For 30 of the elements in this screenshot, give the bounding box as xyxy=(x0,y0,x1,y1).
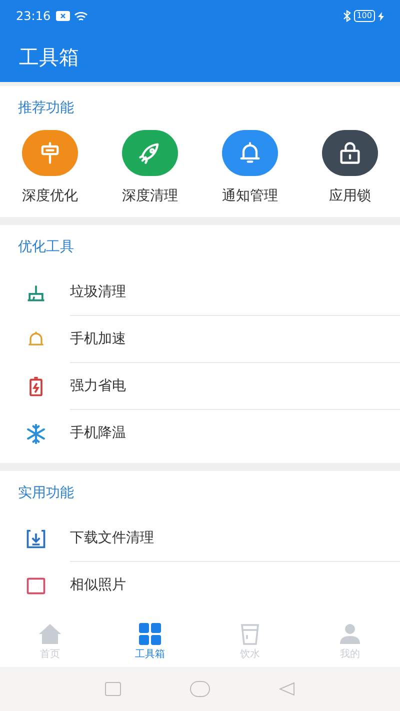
section-title: 优化工具 xyxy=(18,238,74,256)
snowflake-icon xyxy=(25,422,47,444)
user-icon xyxy=(339,622,361,644)
feature-button[interactable]: 深度清理 xyxy=(100,130,200,207)
home-icon xyxy=(38,622,62,644)
back-button[interactable] xyxy=(279,682,296,696)
home-button[interactable] xyxy=(190,681,210,697)
feature-button[interactable]: 通知管理 xyxy=(200,130,300,207)
tool-list-item[interactable]: 手机加速 xyxy=(0,316,400,363)
charging-icon xyxy=(378,12,384,20)
bluetooth-icon xyxy=(342,10,351,22)
tool-list-item[interactable]: 垃圾清理 xyxy=(0,269,400,316)
section-title: 推荐功能 xyxy=(18,98,74,118)
feature-button[interactable]: 应用锁 xyxy=(300,130,400,207)
tool-list-item[interactable]: 强力省电 xyxy=(0,363,400,410)
grid-icon xyxy=(139,622,161,644)
section-title: 实用功能 xyxy=(18,484,74,502)
feature-button[interactable]: 深度优化 xyxy=(0,130,100,207)
tool-list-item[interactable]: 相似照片 xyxy=(0,562,400,609)
message-icon xyxy=(56,11,70,21)
nav-tab[interactable]: 工具箱 xyxy=(100,617,200,667)
status-time: 23:16 xyxy=(16,8,51,25)
wifi-icon xyxy=(74,10,88,22)
page-title: 工具箱 xyxy=(19,44,79,71)
tool-list-item[interactable]: 手机降温 xyxy=(0,410,400,457)
battery-level: 100 xyxy=(354,10,375,22)
cup-icon xyxy=(239,622,261,644)
tool-list-item[interactable]: 下载文件清理 xyxy=(0,515,400,562)
recents-button[interactable] xyxy=(104,682,121,696)
download-icon xyxy=(25,528,47,550)
